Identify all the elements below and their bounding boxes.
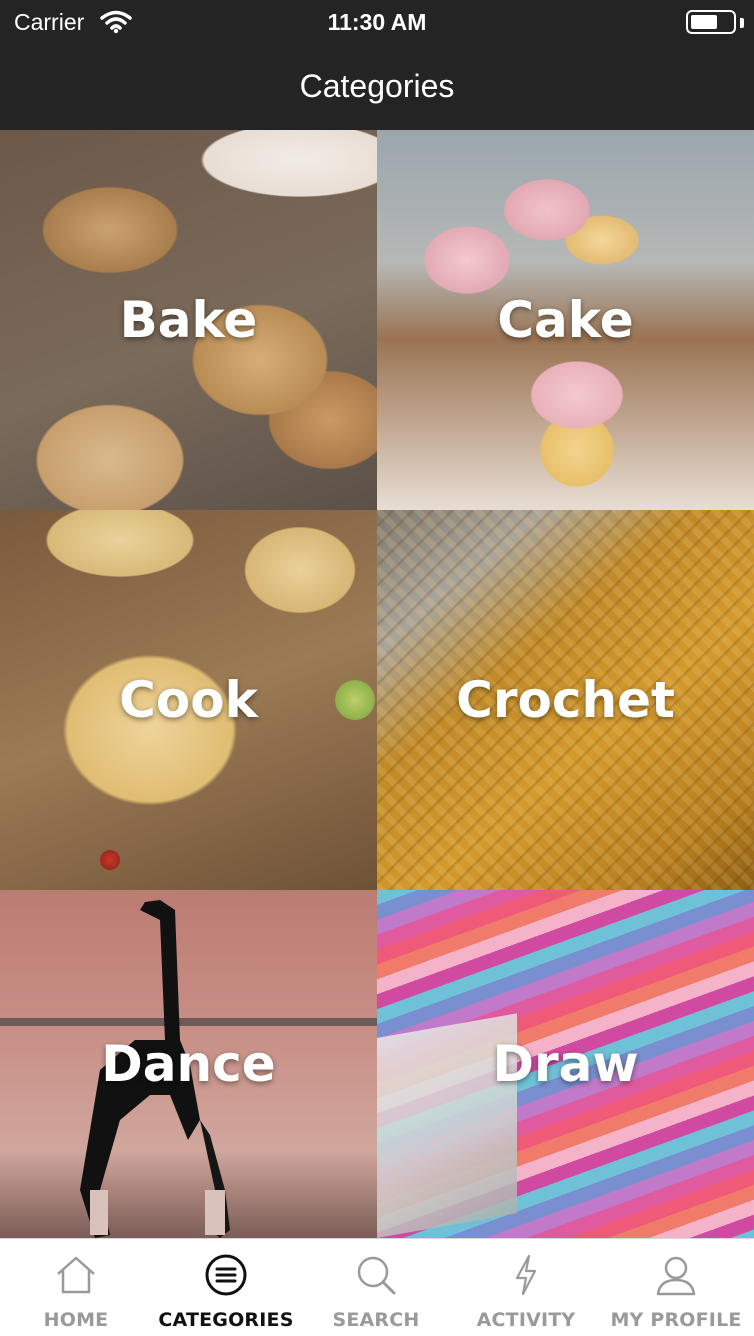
tab-search[interactable]: SEARCH (301, 1239, 451, 1336)
navigation-bar: Categories (0, 44, 754, 130)
profile-icon (654, 1253, 698, 1302)
tab-search-label: SEARCH (332, 1309, 420, 1331)
clock: 11:30 AM (327, 9, 427, 35)
category-tile-cook[interactable]: Cook (0, 510, 377, 890)
category-tile-draw[interactable]: Draw (377, 890, 754, 1238)
battery-icon (686, 10, 736, 34)
tab-categories[interactable]: CATEGORIES (151, 1239, 301, 1336)
tab-bar: HOME CATEGORIES SEARCH ACTIVITY MY PROFI… (0, 1238, 754, 1336)
tab-categories-label: CATEGORIES (158, 1309, 294, 1331)
battery-tip (740, 18, 744, 28)
category-tile-dance[interactable]: Dance (0, 890, 377, 1238)
home-icon (54, 1253, 98, 1302)
category-tile-cake[interactable]: Cake (377, 130, 754, 510)
categories-icon (204, 1253, 248, 1302)
tab-activity-label: ACTIVITY (476, 1309, 576, 1331)
tab-activity[interactable]: ACTIVITY (451, 1239, 601, 1336)
search-icon (354, 1253, 398, 1302)
category-label: Dance (101, 1035, 276, 1093)
category-label: Bake (119, 291, 258, 349)
category-tile-bake[interactable]: Bake (0, 130, 377, 510)
category-grid: Bake Cake Cook Crochet Dance Draw (0, 130, 754, 1238)
category-label: Cook (119, 671, 258, 729)
category-label: Draw (492, 1035, 639, 1093)
status-bar: Carrier 11:30 AM (0, 0, 754, 44)
category-label: Cake (497, 291, 634, 349)
tab-my-profile-label: MY PROFILE (610, 1309, 742, 1331)
category-tile-crochet[interactable]: Crochet (377, 510, 754, 890)
tab-home[interactable]: HOME (1, 1239, 151, 1336)
activity-icon (504, 1253, 548, 1302)
tab-my-profile[interactable]: MY PROFILE (601, 1239, 751, 1336)
tab-home-label: HOME (43, 1309, 109, 1331)
category-label: Crochet (456, 671, 675, 729)
page-title: Categories (299, 68, 455, 104)
